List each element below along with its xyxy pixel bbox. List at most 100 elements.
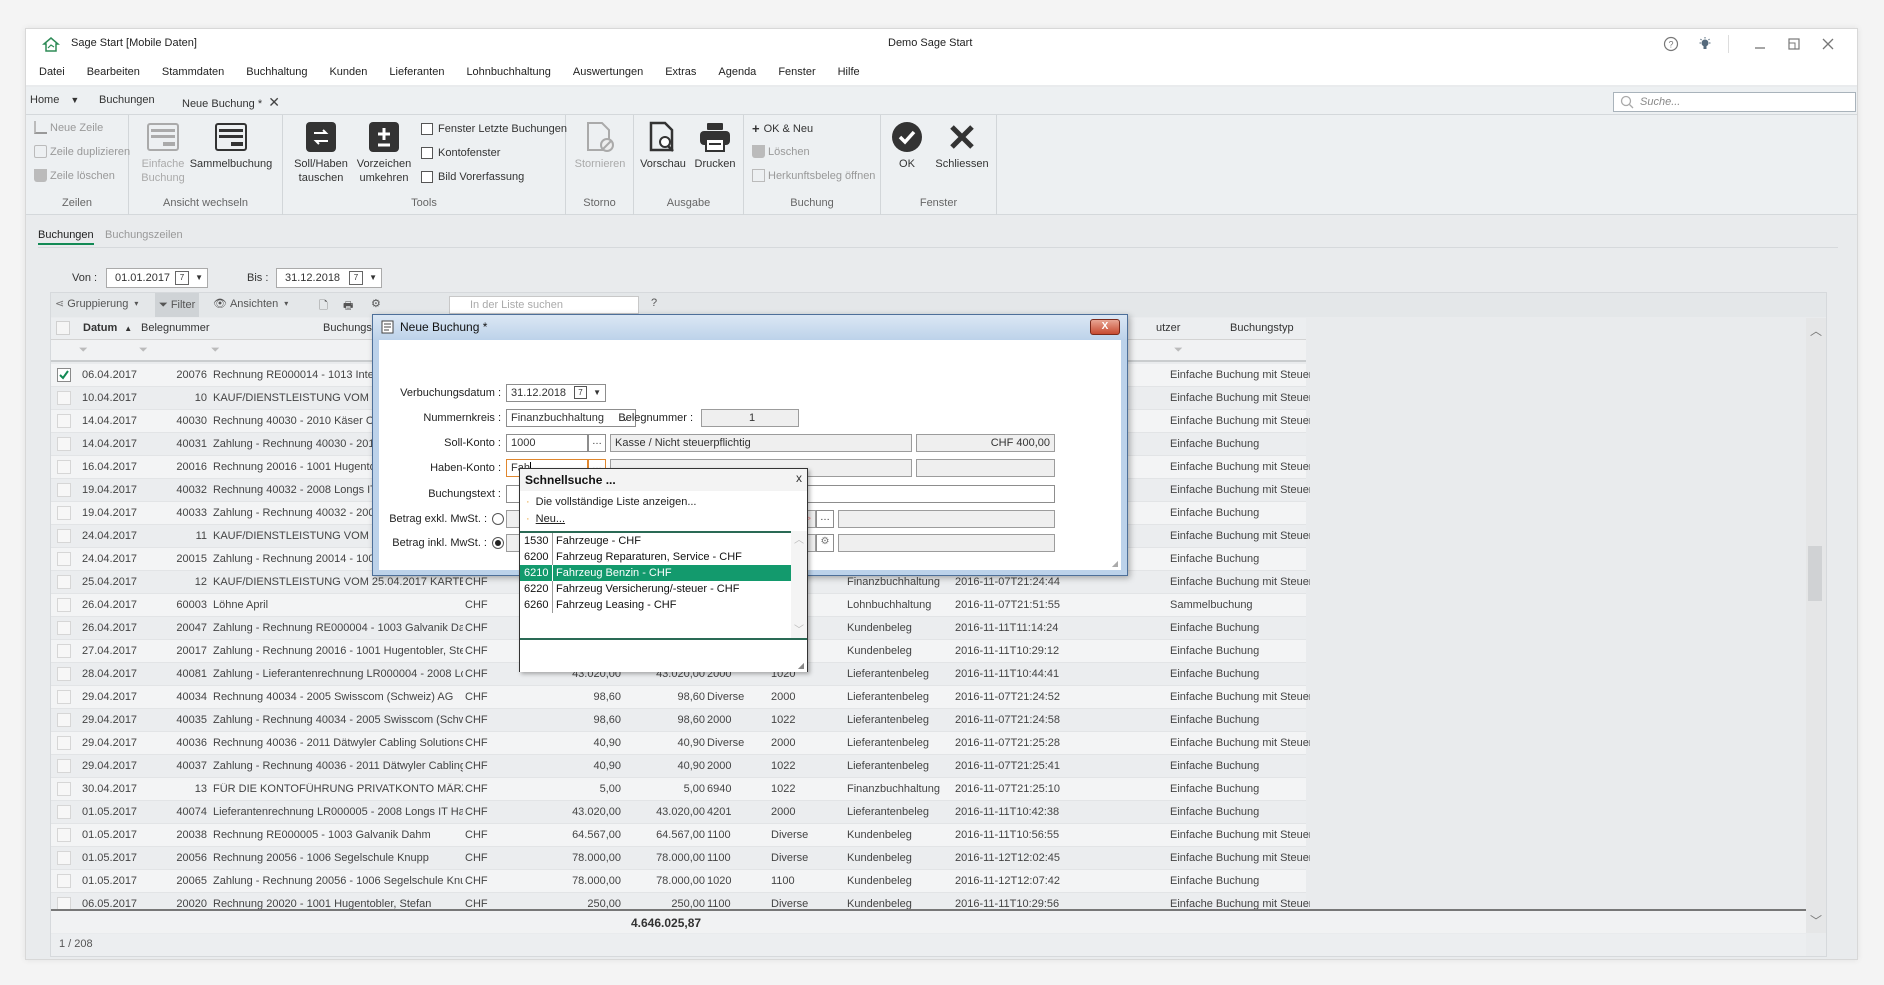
chevron-down-icon[interactable]: ▼ bbox=[70, 95, 79, 105]
menu-lieferanten[interactable]: Lieferanten bbox=[389, 66, 444, 78]
scroll-down-icon[interactable]: ﹀ bbox=[791, 621, 807, 636]
kontofenster-checkbox[interactable]: Kontofenster bbox=[421, 147, 500, 159]
menu-lohnbuchhaltung[interactable]: Lohnbuchhaltung bbox=[466, 66, 550, 78]
loeschen-button[interactable]: Löschen bbox=[752, 145, 810, 158]
column-belegnummer[interactable]: Belegnummer bbox=[141, 322, 209, 334]
von-date-input[interactable]: 01.01.2017 7 ▼ bbox=[106, 268, 208, 288]
close-icon[interactable] bbox=[1817, 34, 1839, 54]
gear-icon[interactable]: ⚙ bbox=[816, 534, 834, 552]
scroll-down-icon[interactable]: ﹀ bbox=[1810, 912, 1822, 929]
row-checkbox[interactable] bbox=[57, 460, 71, 474]
sammelbuchung-button[interactable]: Sammelbuchung bbox=[189, 121, 273, 171]
ok-neu-button[interactable]: + OK & Neu bbox=[752, 121, 813, 136]
chevron-down-icon[interactable]: ▼ bbox=[369, 273, 377, 282]
printer-icon[interactable]: 🖶 bbox=[343, 297, 353, 316]
row-checkbox[interactable] bbox=[57, 437, 71, 451]
row-checkbox[interactable] bbox=[57, 506, 71, 520]
tab-buchungen[interactable]: Buchungen bbox=[99, 94, 155, 106]
tab-home[interactable]: Home ▼ bbox=[30, 94, 79, 106]
popup-close-icon[interactable]: x bbox=[796, 471, 802, 485]
menu-agenda[interactable]: Agenda bbox=[718, 66, 756, 78]
soll-konto-browse-button[interactable]: … bbox=[588, 434, 606, 452]
table-row[interactable]: 01.05.2017 20056 Rechnung 20056 - 1006 Seg… bbox=[51, 847, 1310, 870]
einfache-buchung-button[interactable]: Einfache Buchung bbox=[139, 121, 187, 185]
menu-fenster[interactable]: Fenster bbox=[778, 66, 815, 78]
resize-grip-icon[interactable]: ◢ bbox=[1112, 559, 1118, 568]
calendar-icon[interactable]: 7 bbox=[349, 271, 363, 285]
select-all-checkbox[interactable] bbox=[56, 321, 70, 335]
table-row[interactable]: 29.04.2017 40034 Rechnung 40034 - 2005 Swi… bbox=[51, 686, 1310, 709]
menu-stammdaten[interactable]: Stammdaten bbox=[162, 66, 224, 78]
filter-icon[interactable]: ⏷ bbox=[1174, 344, 1186, 356]
filter-icon[interactable]: ⏷ bbox=[79, 344, 91, 356]
row-checkbox[interactable] bbox=[57, 552, 71, 566]
menu-auswertungen[interactable]: Auswertungen bbox=[573, 66, 643, 78]
verbuchungsdatum-input[interactable]: 31.12.2018 7 ▼ bbox=[506, 384, 606, 402]
account-result-item[interactable]: 6220 Fahrzeug Versicherung/-steuer - CHF bbox=[520, 581, 792, 597]
account-result-item[interactable]: 1530 Fahrzeuge - CHF bbox=[520, 533, 792, 549]
row-checkbox[interactable] bbox=[57, 874, 71, 888]
menu-extras[interactable]: Extras bbox=[665, 66, 696, 78]
bis-date-input[interactable]: 31.12.2018 7 ▼ bbox=[276, 268, 382, 288]
close-tab-icon[interactable]: ✕ bbox=[268, 94, 280, 110]
table-row[interactable]: 01.05.2017 20065 Zahlung - Rechnung 20056 … bbox=[51, 870, 1306, 893]
table-row[interactable]: 01.05.2017 20038 Rechnung RE000005 - 1003 … bbox=[51, 824, 1310, 847]
vorschau-button[interactable]: Vorschau bbox=[638, 121, 688, 171]
row-checkbox[interactable] bbox=[57, 368, 71, 382]
vorzeichen-umkehren-button[interactable]: Vorzeichen umkehren bbox=[351, 121, 417, 185]
menu-bearbeiten[interactable]: Bearbeiten bbox=[87, 66, 140, 78]
menu-hilfe[interactable]: Hilfe bbox=[838, 66, 860, 78]
row-checkbox[interactable] bbox=[57, 851, 71, 865]
row-checkbox[interactable] bbox=[57, 713, 71, 727]
steuercode-browse-button[interactable]: … bbox=[816, 510, 834, 528]
popup-scrollbar[interactable]: ︿ ﹀ bbox=[791, 531, 807, 638]
restore-icon[interactable] bbox=[1783, 34, 1805, 54]
new-account-link[interactable]: · Neu... bbox=[526, 513, 565, 525]
row-checkbox[interactable] bbox=[57, 598, 71, 612]
row-checkbox[interactable] bbox=[57, 736, 71, 750]
table-row[interactable]: 30.04.2017 13 FÜR DIE KONTOFÜHRUNG PRIVATK… bbox=[51, 778, 1306, 801]
row-checkbox[interactable] bbox=[57, 667, 71, 681]
ansichten-button[interactable]: 👁 Ansichten ▾ bbox=[213, 297, 288, 311]
row-checkbox[interactable] bbox=[57, 529, 71, 543]
scroll-up-icon[interactable]: ︿ bbox=[1810, 322, 1822, 339]
row-checkbox[interactable] bbox=[57, 828, 71, 842]
row-checkbox[interactable] bbox=[57, 782, 71, 796]
stornieren-button[interactable]: Stornieren bbox=[570, 121, 630, 171]
table-row[interactable]: 29.04.2017 40035 Zahlung - Rechnung 40034 … bbox=[51, 709, 1306, 732]
row-checkbox[interactable] bbox=[57, 391, 71, 405]
bild-vorerfassung-checkbox[interactable]: Bild Vorerfassung bbox=[421, 171, 524, 183]
column-buchungstyp[interactable]: Buchungstyp bbox=[1230, 322, 1294, 334]
list-search-input[interactable]: In der Liste suchen bbox=[449, 296, 639, 314]
minimize-icon[interactable] bbox=[1749, 34, 1771, 54]
column-benutzer[interactable]: utzer bbox=[1156, 322, 1180, 334]
filter-icon[interactable]: ⏷ bbox=[211, 344, 223, 356]
menu-buchhaltung[interactable]: Buchhaltung bbox=[246, 66, 307, 78]
gear-icon[interactable]: ⚙ bbox=[371, 297, 381, 310]
account-result-item[interactable]: 6210 Fahrzeug Benzin - CHF bbox=[520, 565, 792, 581]
herkunftsbeleg-oeffnen-button[interactable]: Herkunftsbeleg öffnen bbox=[752, 169, 875, 182]
scroll-up-icon[interactable]: ︿ bbox=[791, 531, 807, 546]
subtab-buchungszeilen[interactable]: Buchungszeilen bbox=[105, 229, 183, 241]
betrag-exkl-radio[interactable] bbox=[492, 513, 504, 525]
help-button[interactable]: ? bbox=[651, 297, 657, 309]
row-checkbox[interactable] bbox=[57, 759, 71, 773]
neue-zeile-button[interactable]: Neue Zeile bbox=[34, 121, 103, 134]
menu-datei[interactable]: Datei bbox=[39, 66, 65, 78]
drucken-button[interactable]: Drucken bbox=[690, 121, 740, 171]
soll-konto-input[interactable]: 1000 bbox=[506, 434, 588, 452]
subtab-buchungen[interactable]: Buchungen bbox=[38, 229, 94, 245]
zeile-duplizieren-button[interactable]: Zeile duplizieren bbox=[34, 145, 130, 158]
row-checkbox[interactable] bbox=[57, 483, 71, 497]
zeile-loeschen-button[interactable]: Zeile löschen bbox=[34, 169, 115, 182]
filter-icon[interactable]: ⏷ bbox=[139, 344, 151, 356]
betrag-inkl-input[interactable] bbox=[838, 534, 1055, 552]
menu-kunden[interactable]: Kunden bbox=[329, 66, 367, 78]
show-full-list-link[interactable]: · Die vollständige Liste anzeigen... bbox=[526, 496, 697, 508]
global-search-input[interactable]: Suche... bbox=[1613, 92, 1856, 112]
calendar-icon[interactable]: 7 bbox=[574, 386, 587, 399]
resize-grip-icon[interactable]: ◢ bbox=[798, 661, 804, 670]
scrollbar-thumb[interactable] bbox=[1808, 546, 1822, 601]
chevron-down-icon[interactable]: ▼ bbox=[195, 273, 203, 282]
row-checkbox[interactable] bbox=[57, 644, 71, 658]
